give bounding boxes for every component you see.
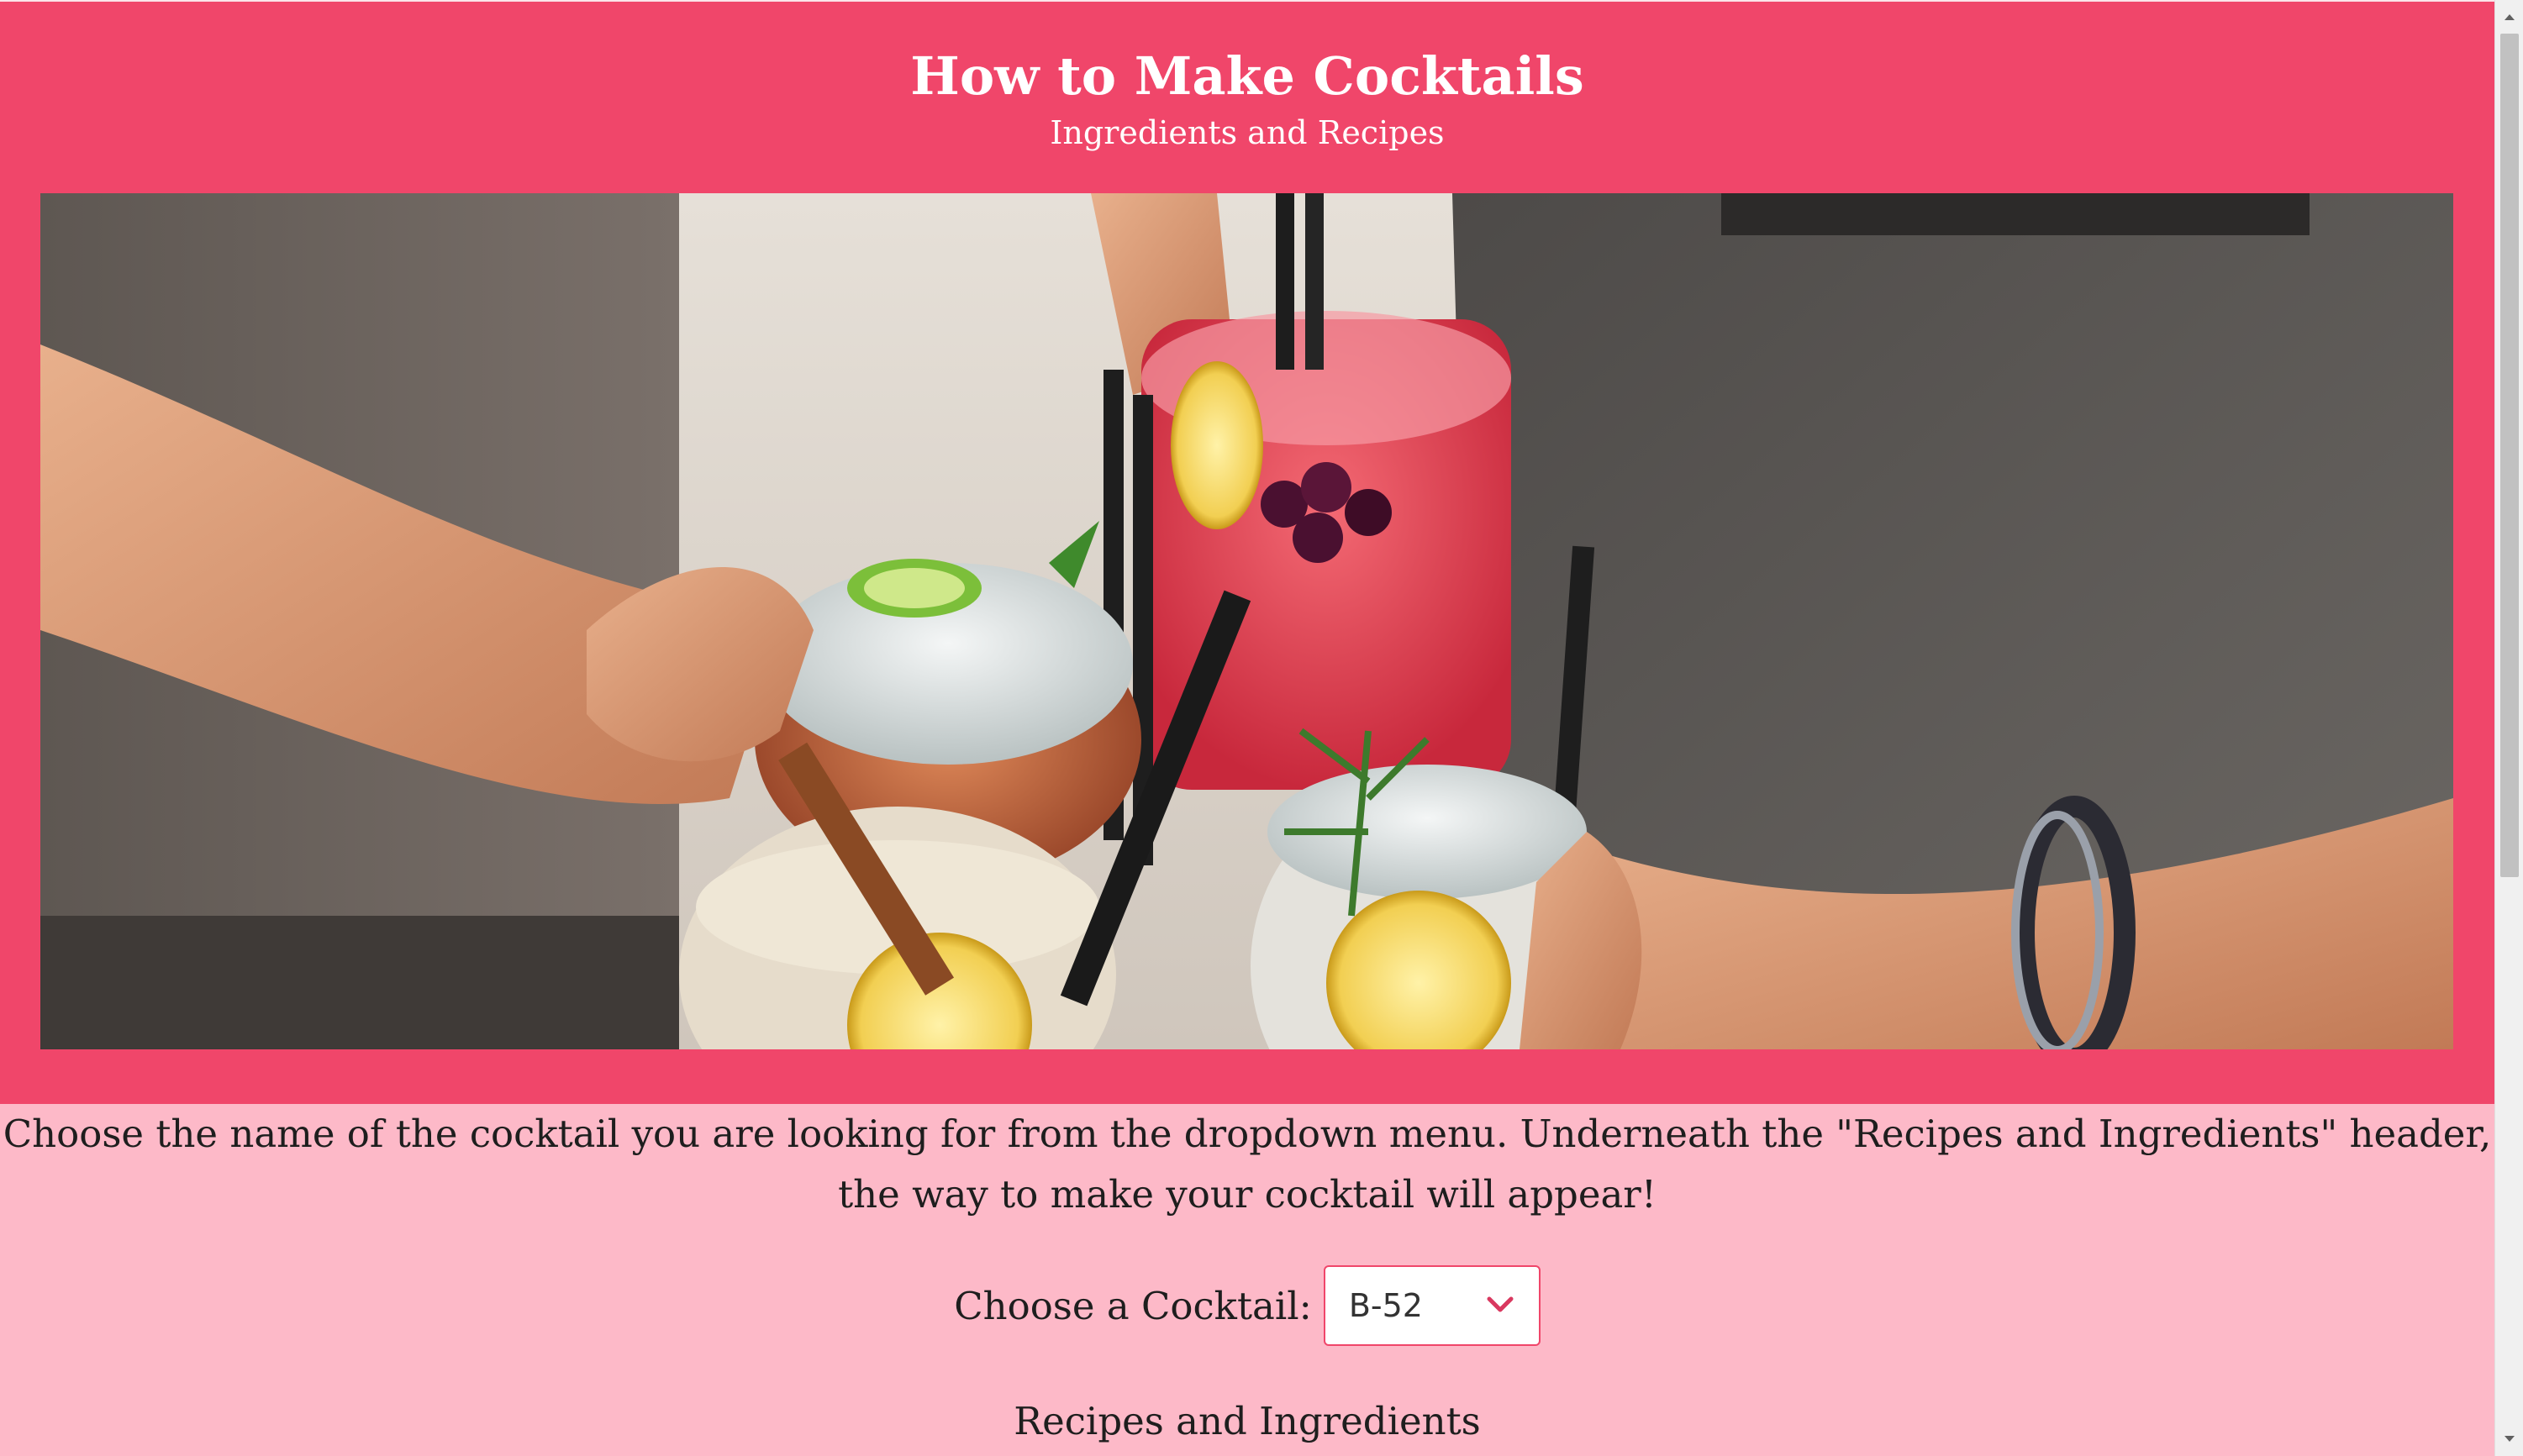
page-subtitle: Ingredients and Recipes bbox=[1050, 114, 1445, 151]
cocktail-chooser: Choose a Cocktail: B-52 bbox=[0, 1265, 2494, 1346]
scroll-down-icon[interactable] bbox=[2495, 1429, 2523, 1449]
recipes-heading: Recipes and Ingredients bbox=[1014, 1399, 1481, 1443]
chevron-down-icon bbox=[1485, 1294, 1515, 1317]
cocktail-select[interactable]: B-52 bbox=[1323, 1265, 1541, 1346]
page: How to Make Cocktails Ingredients and Re… bbox=[0, 0, 2494, 1456]
cocktail-select-label: Choose a Cocktail: bbox=[954, 1283, 1312, 1328]
hero-image bbox=[40, 193, 2453, 1049]
scroll-thumb[interactable] bbox=[2500, 34, 2519, 877]
scroll-up-icon[interactable] bbox=[2495, 7, 2523, 27]
page-header: How to Make Cocktails Ingredients and Re… bbox=[0, 0, 2494, 1104]
intro-text: Choose the name of the cocktail you are … bbox=[3, 1112, 2492, 1217]
cocktail-select-value: B-52 bbox=[1348, 1287, 1423, 1324]
page-title: How to Make Cocktails bbox=[910, 45, 1584, 107]
vertical-scrollbar[interactable] bbox=[2494, 0, 2523, 1456]
